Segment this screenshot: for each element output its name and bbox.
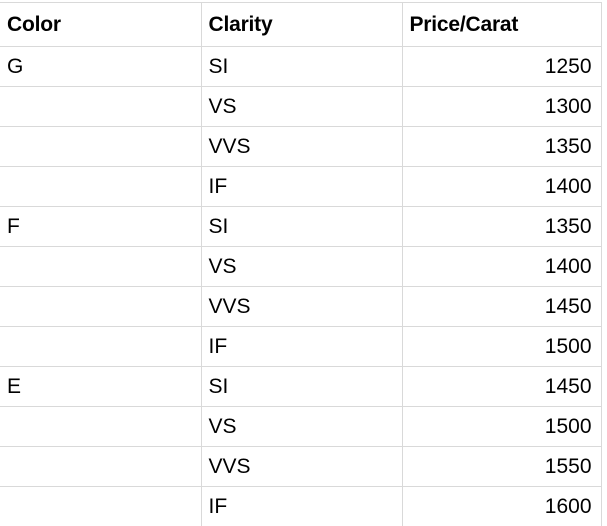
cell-price[interactable]: 1600 [402, 486, 602, 526]
cell-clarity[interactable]: VS [201, 246, 403, 287]
table-row: VVS 1350 [0, 126, 602, 167]
cell-price[interactable]: 1550 [402, 446, 602, 487]
cell-color[interactable] [0, 326, 202, 367]
cell-price[interactable]: 1500 [402, 326, 602, 367]
cell-color[interactable] [0, 86, 202, 127]
spreadsheet-grid: Color Clarity Price/Carat G SI 1250 VS 1300 V… [0, 0, 607, 526]
cell-price[interactable]: 1450 [402, 286, 602, 327]
table-row: VVS 1550 [0, 446, 602, 487]
cell-color[interactable] [0, 486, 202, 526]
cell-clarity[interactable]: SI [201, 206, 403, 247]
cell-clarity[interactable]: VS [201, 406, 403, 447]
cell-price[interactable]: 1450 [402, 366, 602, 407]
cell-color[interactable]: G [0, 46, 202, 87]
cell-color[interactable] [0, 406, 202, 447]
table-row: G SI 1250 [0, 46, 602, 87]
cell-color[interactable] [0, 166, 202, 207]
cell-clarity[interactable]: IF [201, 486, 403, 526]
cell-price[interactable]: 1350 [402, 126, 602, 167]
table-body: G SI 1250 VS 1300 VVS 1350 IF 1400 F SI 1350 VS 1400 V… [0, 46, 602, 526]
cell-color[interactable] [0, 246, 202, 287]
table-row: IF 1400 [0, 166, 602, 207]
column-header-price-carat[interactable]: Price/Carat [402, 2, 602, 47]
cell-clarity[interactable]: VVS [201, 446, 403, 487]
table-row: VS 1300 [0, 86, 602, 127]
cell-color[interactable] [0, 286, 202, 327]
header-row: Color Clarity Price/Carat [0, 2, 602, 47]
table-row: IF 1500 [0, 326, 602, 367]
cell-clarity[interactable]: VS [201, 86, 403, 127]
cell-color[interactable]: F [0, 206, 202, 247]
cell-color[interactable]: E [0, 366, 202, 407]
table-row: VS 1400 [0, 246, 602, 287]
table-row: VS 1500 [0, 406, 602, 447]
table-row: E SI 1450 [0, 366, 602, 407]
data-table: Color Clarity Price/Carat G SI 1250 VS 1300 V… [0, 2, 602, 526]
cell-price[interactable]: 1300 [402, 86, 602, 127]
table-header: Color Clarity Price/Carat [0, 2, 602, 47]
cell-color[interactable] [0, 126, 202, 167]
table-row: VVS 1450 [0, 286, 602, 327]
cell-clarity[interactable]: IF [201, 326, 403, 367]
cell-clarity[interactable]: VVS [201, 286, 403, 327]
cell-price[interactable]: 1400 [402, 166, 602, 207]
cell-clarity[interactable]: SI [201, 366, 403, 407]
column-header-clarity[interactable]: Clarity [201, 2, 403, 47]
cell-price[interactable]: 1400 [402, 246, 602, 287]
cell-price[interactable]: 1500 [402, 406, 602, 447]
cell-color[interactable] [0, 446, 202, 487]
table-row: IF 1600 [0, 486, 602, 526]
cell-clarity[interactable]: IF [201, 166, 403, 207]
cell-clarity[interactable]: VVS [201, 126, 403, 167]
column-header-color[interactable]: Color [0, 2, 202, 47]
cell-price[interactable]: 1350 [402, 206, 602, 247]
cell-price[interactable]: 1250 [402, 46, 602, 87]
cell-clarity[interactable]: SI [201, 46, 403, 87]
table-row: F SI 1350 [0, 206, 602, 247]
